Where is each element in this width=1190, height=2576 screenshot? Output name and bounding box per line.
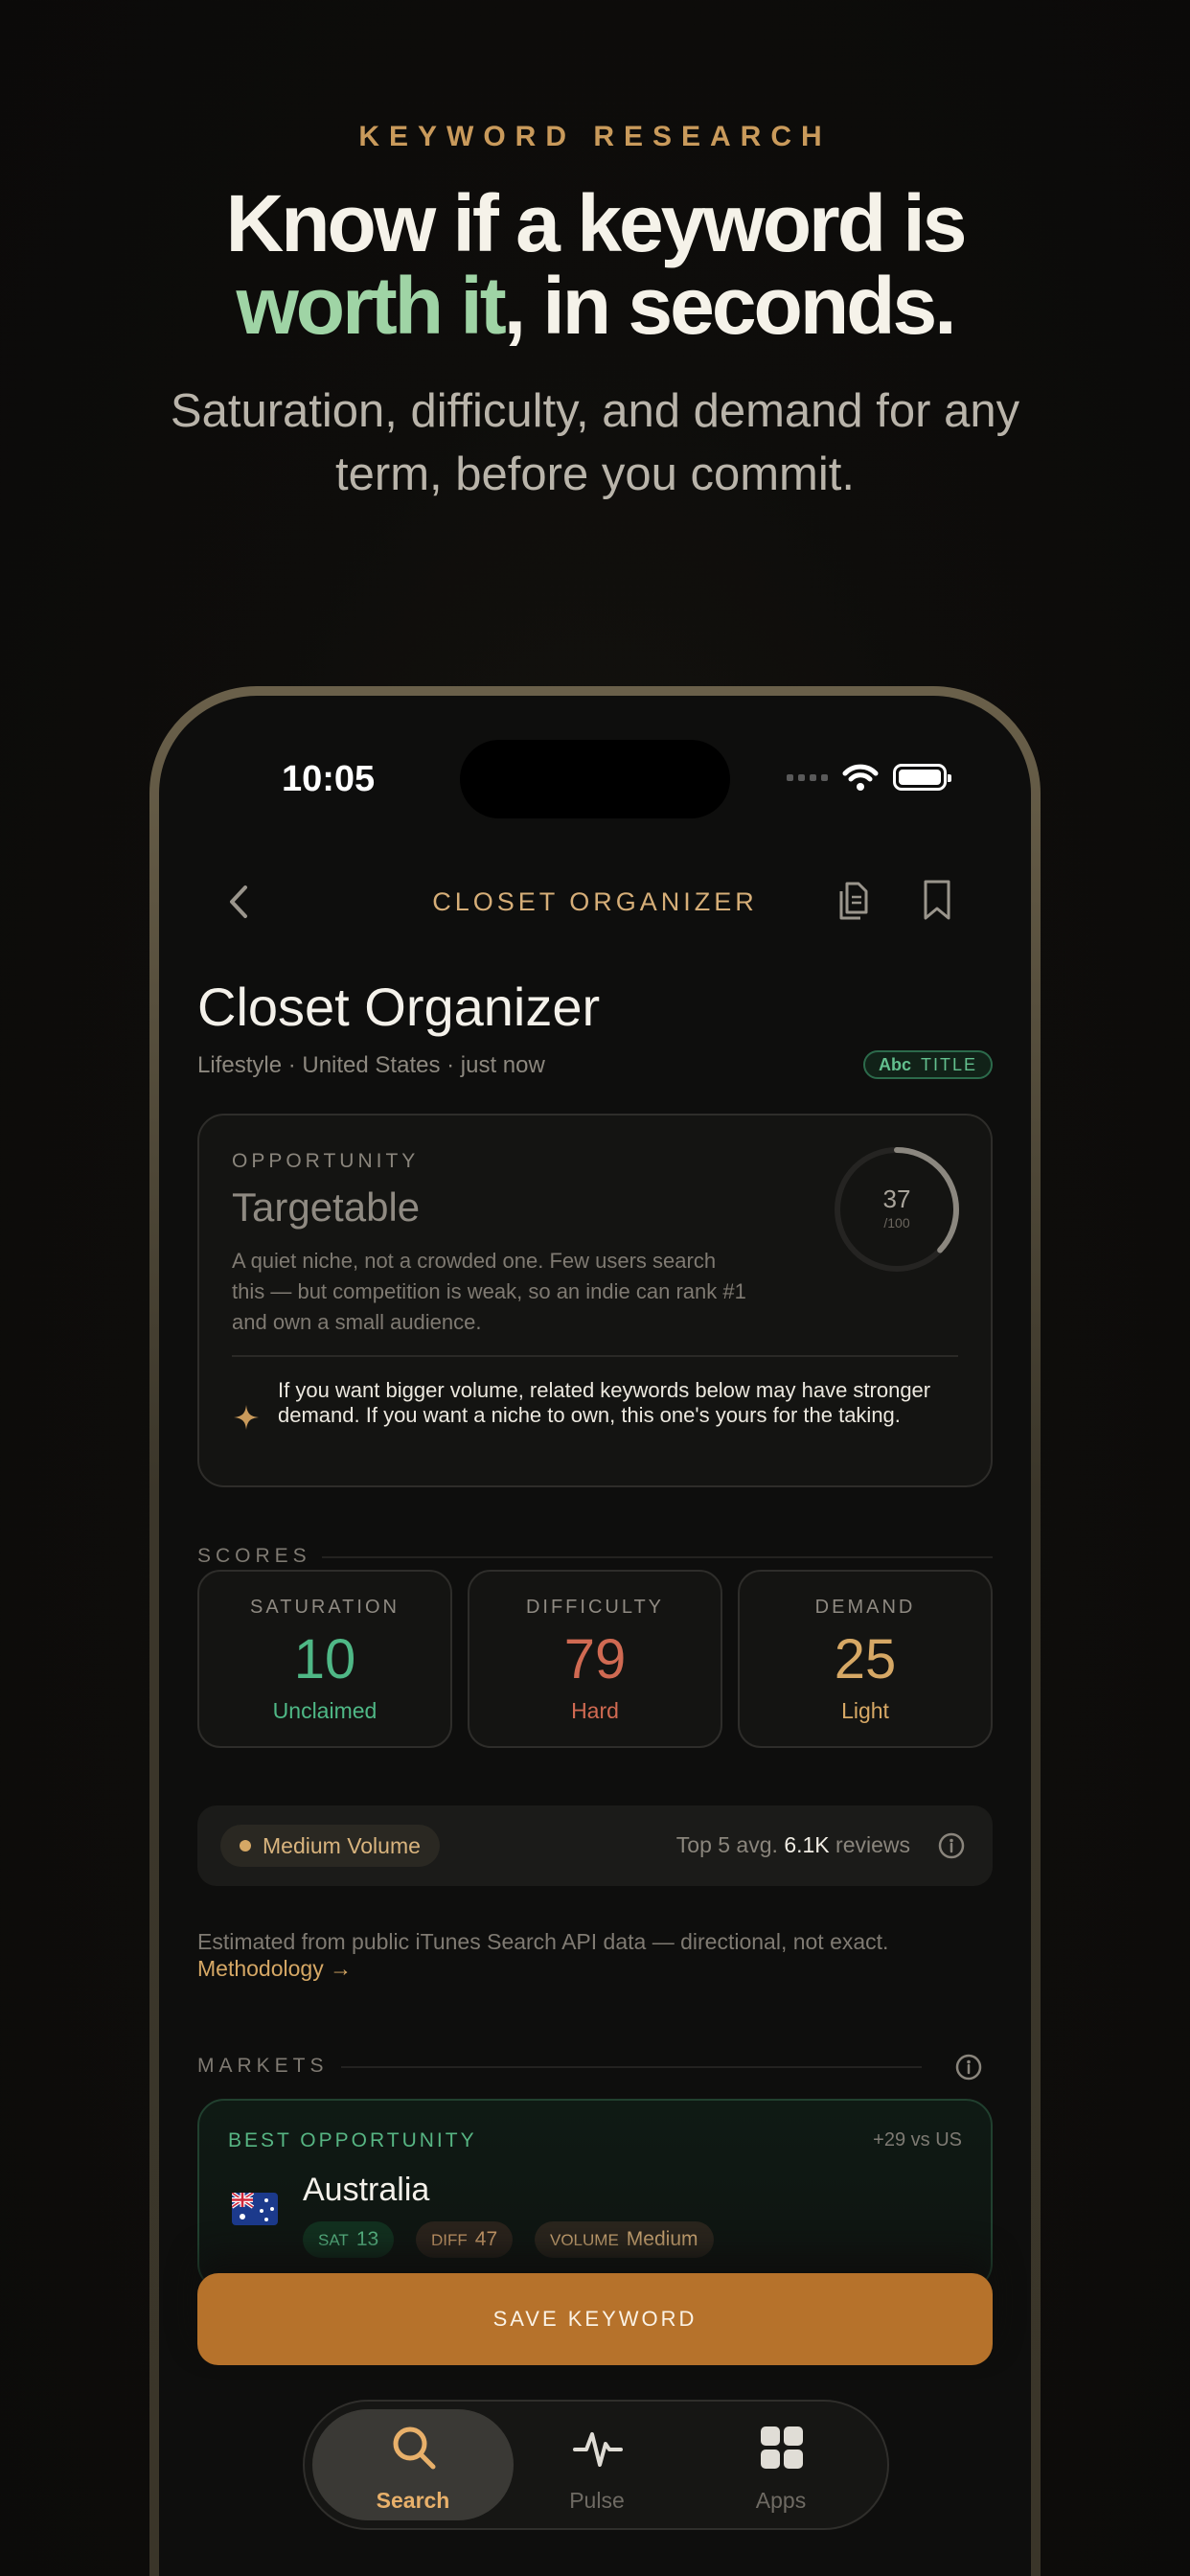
volume-prefix: Top 5 avg. <box>675 1832 778 1857</box>
hero-subhead: Saturation, difficulty, and demand for a… <box>170 385 1020 500</box>
tab-apps[interactable]: Apps <box>680 2409 881 2520</box>
divider <box>322 1556 993 1558</box>
nav-title: CLOSET ORGANIZER <box>432 887 758 916</box>
bookmark-icon[interactable] <box>918 876 956 924</box>
title-badge: Abc TITLE <box>862 1050 993 1079</box>
phone-screen: 10:05 CLOSET ORGANIZER Closet Organizer … <box>159 696 1031 2576</box>
badge-label: TITLE <box>920 1054 977 1074</box>
best-market-card[interactable]: BEST OPPORTUNITY +29 vs US Australia SAT… <box>197 2099 993 2290</box>
opportunity-score-ring: 37 /100 <box>832 1144 962 1275</box>
volume-reviews: Top 5 avg. 6.1K reviews <box>676 1832 910 1858</box>
volume-chip-label: VOLUME <box>550 2231 619 2249</box>
saturation-word: Unclaimed <box>272 1698 378 1723</box>
pulse-icon <box>573 2432 623 2467</box>
australia-flag-icon <box>232 2193 278 2225</box>
headline-rest: , in seconds. <box>503 261 957 351</box>
tab-search-label: Search <box>376 2488 450 2513</box>
demand-value: 25 <box>834 1628 897 1690</box>
estimate-note: Estimated from public iTunes Search API … <box>197 1928 983 1982</box>
sat-chip: SAT 13 <box>303 2221 395 2258</box>
estimate-text: Estimated from public iTunes Search API … <box>197 1929 889 1954</box>
saturation-value: 10 <box>293 1628 356 1690</box>
headline-line-2: worth it, in seconds. <box>0 264 1190 347</box>
diff-chip: DIFF 47 <box>416 2221 514 2258</box>
volume-dot <box>240 1840 251 1852</box>
saturation-card[interactable]: SATURATION 10 Unclaimed <box>197 1570 452 1748</box>
markets-heading: MARKETS <box>197 2055 329 2077</box>
methodology-link[interactable]: Methodology → <box>197 1955 983 1982</box>
volume-pill: Medium Volume <box>220 1825 440 1867</box>
search-icon <box>393 2426 436 2470</box>
tab-pulse[interactable]: Pulse <box>496 2409 698 2520</box>
dynamic-island <box>460 740 730 818</box>
scores-heading: SCORES <box>197 1545 311 1567</box>
best-market-country: Australia <box>303 2172 430 2208</box>
opportunity-description: A quiet niche, not a crowded one. Few us… <box>232 1249 746 1334</box>
tab-search[interactable]: Search <box>312 2409 514 2520</box>
opportunity-status: Targetable <box>232 1184 421 1230</box>
volume-suffix: reviews <box>835 1832 910 1857</box>
headline-line-1: Know if a keyword is <box>225 178 968 268</box>
keyword-title: Closet Organizer <box>197 977 601 1037</box>
diff-chip-label: DIFF <box>431 2231 468 2249</box>
demand-card[interactable]: DEMAND 25 Light <box>738 1570 993 1748</box>
tab-bar: Search Pulse Apps <box>303 2400 889 2530</box>
opportunity-card: OPPORTUNITY Targetable A quiet niche, no… <box>197 1114 993 1487</box>
difficulty-word: Hard <box>571 1698 619 1723</box>
opportunity-eyebrow: OPPORTUNITY <box>232 1150 420 1172</box>
volume-row: Medium Volume Top 5 avg. 6.1K reviews <box>197 1806 993 1886</box>
status-time: 10:05 <box>282 759 376 799</box>
hero-headline: Know if a keyword is worth it, in second… <box>0 182 1190 347</box>
demand-label: DEMAND <box>814 1597 916 1618</box>
diff-chip-value: 47 <box>474 2228 498 2250</box>
difficulty-card[interactable]: DIFFICULTY 79 Hard <box>468 1570 722 1748</box>
copy-icon[interactable] <box>834 876 872 924</box>
headline-accent: worth it <box>236 261 506 351</box>
apps-grid-icon <box>761 2426 803 2469</box>
difficulty-value: 79 <box>563 1628 627 1690</box>
sat-chip-value: 13 <box>355 2228 379 2250</box>
badge-abc: Abc <box>878 1054 911 1074</box>
divider <box>341 2066 922 2068</box>
tab-pulse-label: Pulse <box>569 2488 625 2513</box>
info-icon[interactable] <box>937 1831 966 1860</box>
hero-eyebrow: KEYWORD RESEARCH <box>358 121 832 152</box>
best-market-eyebrow: BEST OPPORTUNITY <box>228 2129 477 2151</box>
difficulty-label: DIFFICULTY <box>525 1597 665 1618</box>
divider <box>232 1355 958 1357</box>
signal-icon <box>787 773 828 781</box>
opportunity-score: 37 <box>882 1184 911 1213</box>
battery-icon <box>893 764 951 791</box>
volume-value: 6.1K <box>784 1832 830 1857</box>
sat-chip-label: SAT <box>318 2231 349 2249</box>
opportunity-score-max: /100 <box>883 1215 910 1230</box>
volume-chip: VOLUME Medium <box>535 2221 714 2258</box>
sparkle-icon <box>234 1405 259 1430</box>
status-icons <box>787 763 951 792</box>
keyword-meta: Lifestyle · United States · just now <box>197 1052 545 1078</box>
info-icon[interactable] <box>954 2053 983 2082</box>
saturation-label: SATURATION <box>250 1597 400 1618</box>
demand-word: Light <box>841 1698 889 1723</box>
wifi-icon <box>842 764 879 791</box>
best-market-delta: +29 vs US <box>873 2129 962 2150</box>
save-keyword-button[interactable]: SAVE KEYWORD <box>197 2273 993 2365</box>
volume-pill-label: Medium Volume <box>263 1833 421 1858</box>
tab-apps-label: Apps <box>755 2488 807 2513</box>
phone-frame: 10:05 CLOSET ORGANIZER Closet Organizer … <box>149 686 1041 2576</box>
volume-chip-value: Medium <box>626 2228 698 2250</box>
opportunity-tip: If you want bigger volume, related keywo… <box>278 1378 931 1427</box>
